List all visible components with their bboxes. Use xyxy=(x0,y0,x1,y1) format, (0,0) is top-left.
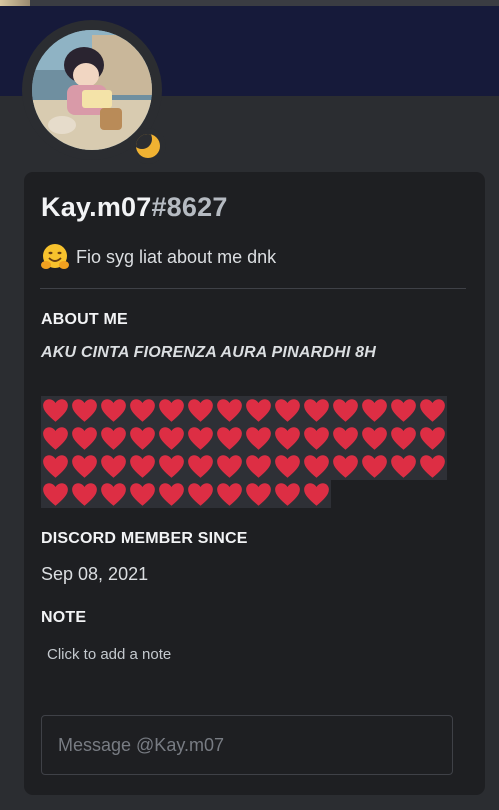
red-heart-emoji-icon xyxy=(244,480,273,508)
red-heart-emoji-icon xyxy=(418,424,447,452)
red-heart-emoji-icon xyxy=(273,396,302,424)
red-heart-emoji-icon xyxy=(360,452,389,480)
red-heart-emoji-icon xyxy=(302,396,331,424)
red-heart-emoji-icon xyxy=(70,452,99,480)
red-heart-emoji-icon xyxy=(273,424,302,452)
avatar-frame xyxy=(22,20,166,164)
red-heart-emoji-icon xyxy=(389,424,418,452)
red-heart-emoji-icon xyxy=(41,480,70,508)
red-heart-emoji-icon xyxy=(41,396,70,424)
red-heart-emoji-icon xyxy=(186,480,215,508)
red-heart-emoji-icon xyxy=(70,480,99,508)
about-me-text: AKU CINTA FIORENZA AURA PINARDHI 8H xyxy=(41,344,376,361)
hugging-face-emoji-icon xyxy=(40,242,70,272)
custom-status: Fio syg liat about me dnk xyxy=(40,242,276,272)
red-heart-emoji-icon xyxy=(302,480,331,508)
custom-status-text: Fio syg liat about me dnk xyxy=(76,246,277,267)
red-heart-emoji-icon xyxy=(157,396,186,424)
discriminator: #8627 xyxy=(151,192,228,222)
red-heart-emoji-icon xyxy=(389,452,418,480)
red-heart-emoji-icon xyxy=(99,424,128,452)
red-heart-emoji-icon xyxy=(128,480,157,508)
red-heart-emoji-icon xyxy=(99,480,128,508)
username: Kay.m07 xyxy=(41,192,152,222)
avatar-image xyxy=(32,30,152,150)
red-heart-emoji-icon xyxy=(99,396,128,424)
red-heart-emoji-icon xyxy=(360,424,389,452)
red-heart-emoji-icon xyxy=(331,396,360,424)
red-heart-emoji-icon xyxy=(186,452,215,480)
moon-icon xyxy=(136,134,160,158)
red-heart-emoji-icon xyxy=(128,424,157,452)
red-heart-emoji-icon xyxy=(41,452,70,480)
red-heart-emoji-icon xyxy=(302,424,331,452)
red-heart-emoji-icon xyxy=(215,452,244,480)
red-heart-emoji-icon xyxy=(186,396,215,424)
red-heart-emoji-icon xyxy=(418,396,447,424)
red-heart-emoji-icon xyxy=(302,452,331,480)
note-input[interactable]: Click to add a note xyxy=(47,646,171,663)
user-profile-popout: Kay.m07#8627 Fio syg liat about me dnk A… xyxy=(0,0,499,810)
red-heart-emoji-icon xyxy=(244,396,273,424)
red-heart-emoji-icon xyxy=(99,452,128,480)
red-heart-emoji-icon xyxy=(128,396,157,424)
red-heart-emoji-icon xyxy=(215,424,244,452)
presence-indicator xyxy=(130,128,166,164)
red-heart-emoji-icon xyxy=(418,452,447,480)
red-heart-emoji-icon xyxy=(215,480,244,508)
member-since-title: DISCORD MEMBER SINCE xyxy=(41,530,248,547)
red-heart-emoji-icon xyxy=(360,396,389,424)
red-heart-emoji-icon xyxy=(41,424,70,452)
avatar[interactable] xyxy=(32,30,152,150)
red-heart-emoji-icon xyxy=(244,424,273,452)
message-input[interactable] xyxy=(42,716,452,774)
red-heart-emoji-icon xyxy=(331,424,360,452)
red-heart-emoji-icon xyxy=(70,396,99,424)
red-heart-emoji-icon xyxy=(389,396,418,424)
red-heart-emoji-icon xyxy=(273,480,302,508)
red-heart-emoji-icon xyxy=(70,424,99,452)
red-heart-emoji-icon xyxy=(244,452,273,480)
red-heart-emoji-icon xyxy=(215,396,244,424)
divider xyxy=(40,288,466,289)
message-box[interactable] xyxy=(41,715,453,775)
red-heart-emoji-icon xyxy=(128,452,157,480)
about-me-title: ABOUT ME xyxy=(41,311,128,328)
red-heart-emoji-icon xyxy=(157,480,186,508)
red-heart-emoji-icon xyxy=(157,424,186,452)
member-since-date: Sep 08, 2021 xyxy=(41,564,149,584)
note-title: NOTE xyxy=(41,609,87,626)
red-heart-emoji-icon xyxy=(331,452,360,480)
profile-card: Kay.m07#8627 Fio syg liat about me dnk A… xyxy=(24,172,485,795)
user-name-tag[interactable]: Kay.m07#8627 xyxy=(41,192,228,223)
red-heart-emoji-icon xyxy=(157,452,186,480)
about-me-hearts xyxy=(41,396,447,508)
red-heart-emoji-icon xyxy=(186,424,215,452)
red-heart-emoji-icon xyxy=(273,452,302,480)
